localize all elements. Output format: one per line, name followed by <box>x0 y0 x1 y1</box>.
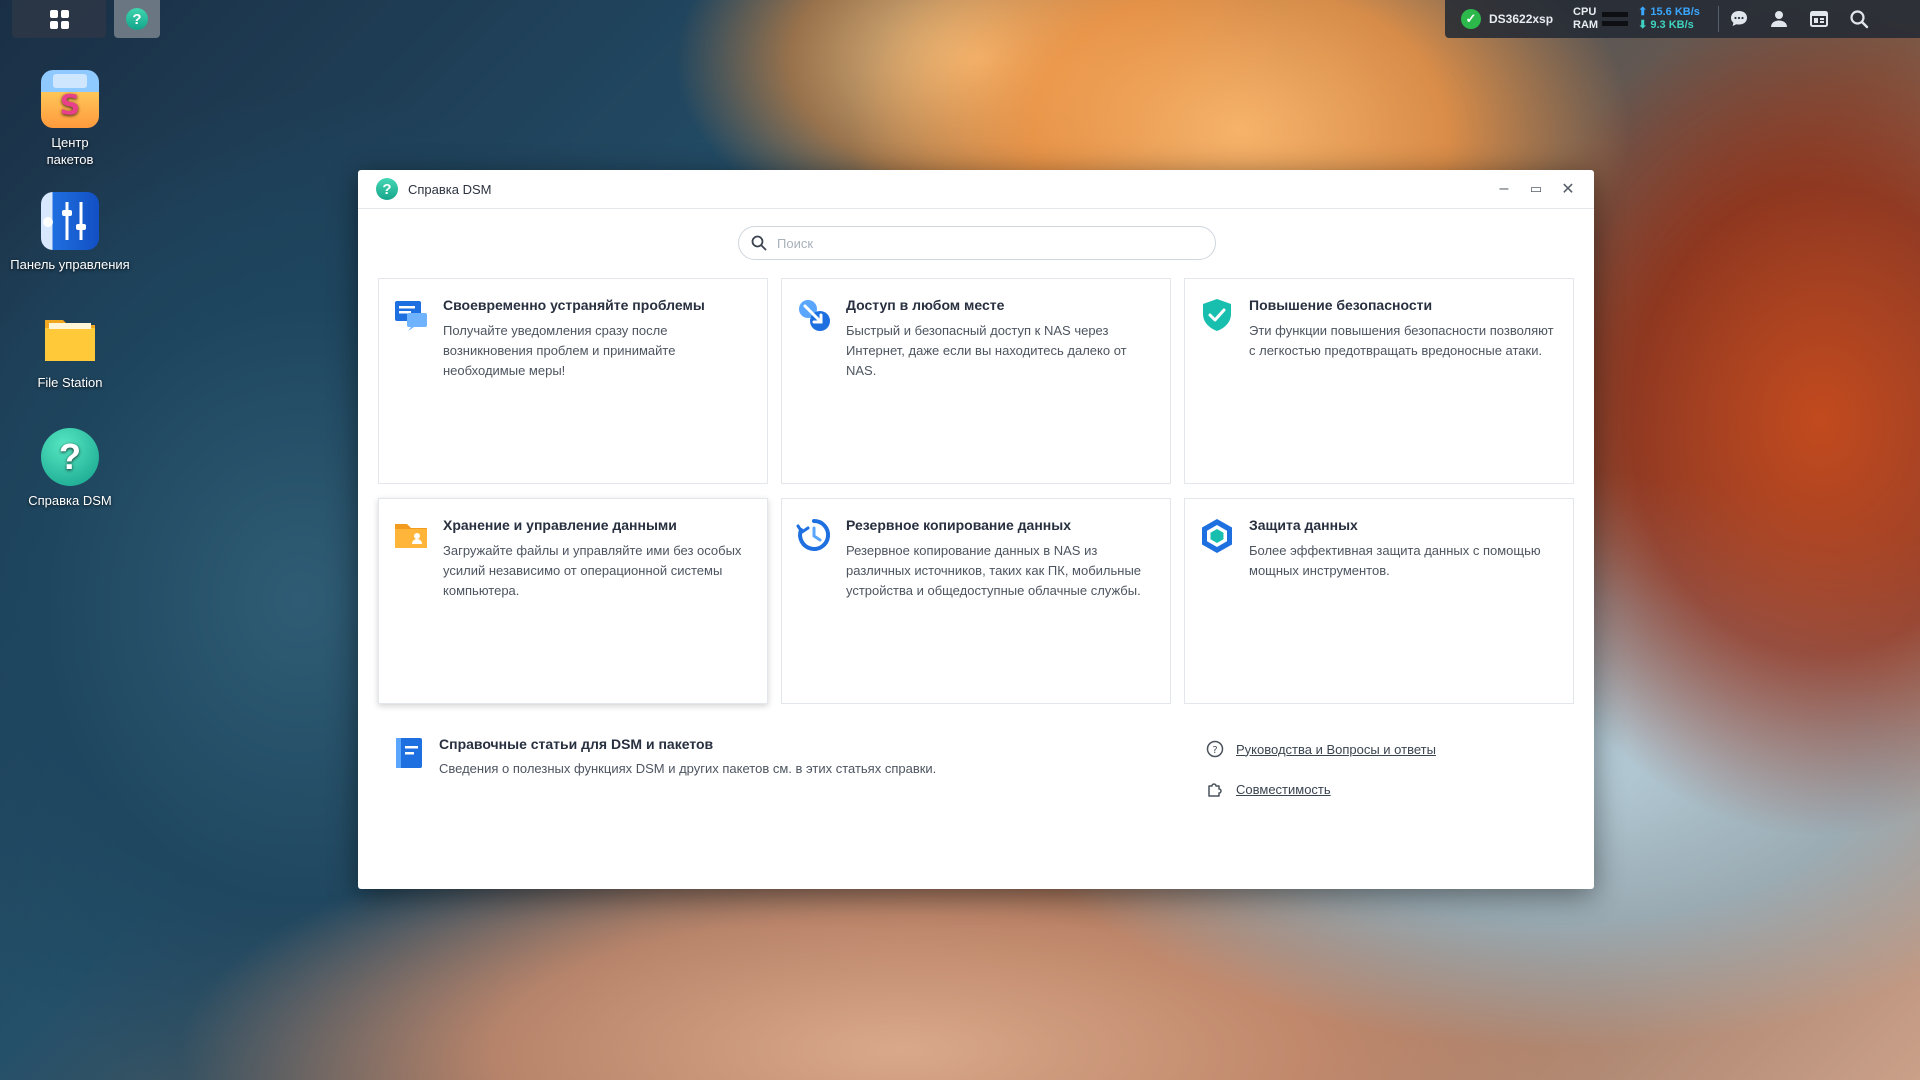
topic-card-data-protection[interactable]: Защита данных Более эффективная защита д… <box>1184 498 1574 704</box>
grid-icon <box>49 9 69 29</box>
window-title: Справка DSM <box>408 181 492 197</box>
book-icon <box>396 738 422 768</box>
search-icon[interactable] <box>1839 0 1879 38</box>
folder-icon <box>41 310 99 368</box>
desktop-icon-label: Панель управления <box>10 257 130 272</box>
minimize-button[interactable]: – <box>1492 178 1516 200</box>
control-panel-icon <box>41 192 99 250</box>
svg-text:S: S <box>60 88 80 121</box>
remote-access-icon <box>799 300 830 331</box>
card-description: Более эффективная защита данных с помощь… <box>1249 543 1541 578</box>
question-circle-icon: ? <box>1206 740 1224 758</box>
topic-card-backup[interactable]: Резервное копирование данных Резервное к… <box>781 498 1171 704</box>
desktop-icon-package-center[interactable]: S Центр пакетов <box>10 70 130 168</box>
search-box <box>738 226 1216 260</box>
card-description: Эти функции повышения безопасности позво… <box>1249 323 1554 358</box>
help-icon: ? <box>126 8 148 30</box>
desktop-icon-file-station[interactable]: File Station <box>10 310 130 391</box>
taskbar-help-app-button[interactable]: ? <box>114 0 160 38</box>
resource-bars <box>1602 12 1629 26</box>
widgets-icon[interactable] <box>1799 0 1839 38</box>
shared-folder-icon <box>395 524 427 548</box>
host-name: DS3622xsp <box>1489 12 1554 26</box>
help-window: ? Справка DSM – ▭ ✕ Своевременно устраня… <box>358 170 1594 889</box>
card-title: Хранение и управление данными <box>443 517 677 533</box>
system-tray: ✓ DS3622xsp CPU RAM ⬆ 15.6 KB/s ⬇ 9.3 KB… <box>1445 0 1920 38</box>
close-icon: ✕ <box>1561 181 1575 198</box>
card-title: Резервное копирование данных <box>846 517 1071 533</box>
topic-card-security[interactable]: Повышение безопасности Эти функции повыш… <box>1184 278 1574 484</box>
cpu-label: CPU <box>1573 6 1597 18</box>
topic-card-storage[interactable]: Хранение и управление данными Загружайте… <box>378 498 768 704</box>
card-title: Доступ в любом месте <box>846 297 1005 313</box>
resource-labels: CPU RAM <box>1573 6 1598 32</box>
backup-icon <box>796 518 831 551</box>
link-label: Руководства и Вопросы и ответы <box>1236 741 1436 757</box>
user-icon[interactable] <box>1759 0 1799 38</box>
download-speed: ⬇ 9.3 KB/s <box>1638 19 1694 31</box>
system-status[interactable]: ✓ DS3622xsp <box>1461 9 1553 29</box>
maximize-button[interactable]: ▭ <box>1524 178 1548 200</box>
upload-speed: ⬆ 15.6 KB/s <box>1638 6 1700 18</box>
help-icon: ? <box>376 178 398 200</box>
card-title: Повышение безопасности <box>1249 297 1433 313</box>
card-description: Быстрый и безопасный доступ к NAS через … <box>846 323 1127 378</box>
help-icon: ? <box>41 428 99 486</box>
search-icon <box>751 235 767 251</box>
card-description: Получайте уведомления сразу после возник… <box>443 323 676 378</box>
ram-label: RAM <box>1573 19 1599 31</box>
check-icon: ✓ <box>1461 9 1481 29</box>
link-label: Совместимость <box>1236 781 1331 797</box>
compatibility-link[interactable]: Совместимость <box>1206 780 1331 798</box>
desktop-icon-dsm-help[interactable]: ? Справка DSM <box>10 428 130 509</box>
network-speed: ⬆ 15.6 KB/s ⬇ 9.3 KB/s <box>1638 6 1700 32</box>
search-input[interactable] <box>775 234 1215 252</box>
puzzle-icon <box>1208 783 1222 797</box>
desktop-icon-label: File Station <box>37 375 103 390</box>
chat-icon[interactable] <box>1719 0 1759 38</box>
card-title: Защита данных <box>1249 517 1358 533</box>
desktop-icon-control-panel[interactable]: Панель управления <box>10 192 130 273</box>
minimize-icon: – <box>1499 180 1509 197</box>
notification-icon <box>395 301 427 331</box>
window-titlebar[interactable]: ? Справка DSM <box>358 170 1594 209</box>
close-button[interactable]: ✕ <box>1556 178 1580 200</box>
main-menu-button[interactable] <box>12 0 106 38</box>
topic-card-remote-access[interactable]: Доступ в любом месте Быстрый и безопасны… <box>781 278 1171 484</box>
desktop-icon-label: Центр пакетов <box>46 135 94 167</box>
desktop-icon-label: Справка DSM <box>28 493 112 508</box>
package-center-icon: S <box>41 70 99 128</box>
card-description: Загружайте файлы и управляйте ими без ос… <box>443 543 742 598</box>
card-title: Своевременно устраняйте проблемы <box>443 297 705 313</box>
guides-faq-link[interactable]: ? Руководства и Вопросы и ответы <box>1206 740 1436 758</box>
articles-description: Сведения о полезных функциях DSM и други… <box>439 761 937 776</box>
articles-title: Справочные статьи для DSM и пакетов <box>439 736 714 752</box>
data-protection-icon <box>1202 519 1232 553</box>
topic-card-troubleshoot[interactable]: Своевременно устраняйте проблемы Получай… <box>378 278 768 484</box>
card-description: Резервное копирование данных в NAS из ра… <box>846 543 1142 598</box>
shield-check-icon <box>1203 299 1231 331</box>
svg-text:?: ? <box>1212 745 1217 756</box>
maximize-icon: ▭ <box>1529 181 1543 196</box>
